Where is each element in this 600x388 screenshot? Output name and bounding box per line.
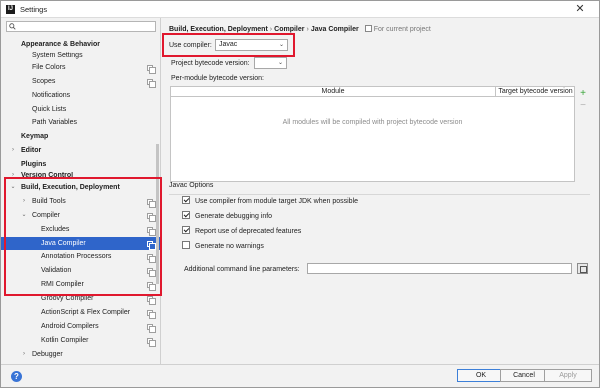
project-scope-icon <box>147 64 156 74</box>
chevron-down-icon: ⌄ <box>277 60 283 66</box>
ok-button[interactable]: OK <box>457 369 505 382</box>
sidebar-item-label: ActionScript & Flex Compiler <box>41 309 131 317</box>
chevron-right-icon[interactable]: › <box>20 348 28 362</box>
checkbox-label: Generate no warnings <box>195 243 264 250</box>
highlight-box <box>162 33 295 57</box>
module-bytecode-table[interactable]: Module Target bytecode version All modul… <box>170 86 575 182</box>
sidebar-item-label: Debugger <box>32 350 63 358</box>
apply-button[interactable]: Apply <box>544 369 592 382</box>
highlight-box <box>4 177 162 296</box>
checkbox[interactable] <box>182 211 190 219</box>
intellij-icon: IJ <box>6 5 15 14</box>
column-header-target[interactable]: Target bytecode version <box>497 87 574 97</box>
breadcrumb-item: Compiler <box>274 26 305 33</box>
close-icon[interactable]: ✕ <box>565 2 595 17</box>
help-icon[interactable]: ? <box>11 371 22 382</box>
sidebar-item-path-variables[interactable]: Path Variables <box>1 116 160 130</box>
checkbox-no-warnings[interactable]: Generate no warnings <box>182 241 264 251</box>
sidebar-item-appearance-behavior[interactable]: Appearance & Behavior <box>1 38 160 52</box>
breadcrumb-item: Java Compiler <box>310 26 359 33</box>
sidebar-item-label: Android Compilers <box>41 322 99 330</box>
sidebar-item-editor[interactable]: › Editor <box>1 144 160 158</box>
sidebar-item-kotlin-compiler[interactable]: Kotlin Compiler <box>1 334 160 348</box>
section-divider <box>169 194 590 195</box>
checkbox-label: Generate debugging info <box>195 213 273 220</box>
breadcrumb-item: Build, Execution, Deployment <box>169 26 268 33</box>
breadcrumb-separator: › <box>269 26 273 33</box>
sidebar-item-label: Scopes <box>32 77 56 85</box>
add-module-button[interactable]: + <box>578 89 588 99</box>
table-header: Module Target bytecode version <box>171 87 574 97</box>
java-compiler-panel: Build, Execution, Deployment › Compiler › Ja… <box>162 18 599 364</box>
sidebar-item-label: Quick Lists <box>32 105 67 113</box>
checkbox[interactable] <box>182 226 190 234</box>
sidebar-item-scopes[interactable]: Scopes <box>1 75 160 89</box>
chevron-right-icon[interactable]: › <box>9 144 17 158</box>
checkbox-debugging-info[interactable]: Generate debugging info <box>182 211 272 221</box>
settings-window: IJ Settings ✕ Appearance & Behavior Syste… <box>0 0 600 388</box>
search-icon <box>9 23 16 30</box>
sidebar-item-quick-lists[interactable]: Quick Lists <box>1 103 160 117</box>
sidebar-item-label: Editor <box>21 147 42 155</box>
cancel-button[interactable]: Cancel <box>500 369 548 382</box>
sidebar-item-label: Notifications <box>32 91 71 99</box>
dialog-footer: ? OK Cancel Apply <box>1 364 599 387</box>
sidebar-item-notifications[interactable]: Notifications <box>1 89 160 103</box>
scope-label: For current project <box>373 26 431 33</box>
checkbox-label: Use compiler from module target JDK when… <box>195 198 359 205</box>
title-bar: IJ Settings ✕ <box>1 1 599 18</box>
params-label: Additional command line parameters: <box>184 266 300 273</box>
sidebar-item-label: Appearance & Behavior <box>21 41 100 48</box>
search-input[interactable] <box>6 21 156 32</box>
sidebar-item-label: Path Variables <box>32 119 78 127</box>
breadcrumb-separator: › <box>306 26 309 33</box>
bytecode-version-label: Project bytecode version: <box>171 60 250 67</box>
checkbox-use-module-jdk[interactable]: Use compiler from module target JDK when… <box>182 196 358 206</box>
sidebar-item-actionscript-flex-compiler[interactable]: ActionScript & Flex Compiler <box>1 306 160 320</box>
checkbox-label: Report use of deprecated features <box>195 228 302 235</box>
sidebar-item-label: Plugins <box>21 161 47 169</box>
params-input[interactable] <box>307 263 572 274</box>
project-scope-icon <box>147 323 156 333</box>
sidebar-item-label: System Settings <box>32 51 83 59</box>
sidebar-item-label: Keymap <box>21 133 49 141</box>
expand-icon[interactable] <box>577 263 588 274</box>
checkbox[interactable] <box>182 196 190 204</box>
project-scope-icon <box>147 310 156 320</box>
sidebar-item-keymap[interactable]: Keymap <box>1 130 160 144</box>
checkbox[interactable] <box>182 241 190 249</box>
breadcrumb: Build, Execution, Deployment › Compiler › Ja… <box>169 25 431 33</box>
per-module-label: Per-module bytecode version: <box>171 75 264 82</box>
sidebar-item-plugins[interactable]: Plugins <box>1 158 160 172</box>
sidebar-item-label: File Colors <box>32 63 66 71</box>
javac-options-title: Javac Options <box>169 182 214 189</box>
window-title: Settings <box>20 5 48 14</box>
sidebar-item-file-colors[interactable]: File Colors <box>1 61 160 75</box>
project-scope-icon <box>147 337 156 347</box>
column-header-module[interactable]: Module <box>171 87 496 97</box>
project-scope-icon <box>147 78 156 88</box>
bytecode-version-select[interactable]: ⌄ <box>254 57 287 69</box>
sidebar-item-debugger[interactable]: › Debugger <box>1 348 160 362</box>
sidebar-item-label: Kotlin Compiler <box>41 336 89 344</box>
sidebar-item-android-compilers[interactable]: Android Compilers <box>1 320 160 334</box>
project-scope-icon <box>364 25 372 32</box>
remove-module-button[interactable]: − <box>578 101 588 111</box>
project-scope-icon <box>147 296 156 306</box>
table-empty-text: All modules will be compiled with projec… <box>282 119 463 126</box>
sidebar-item-system-settings[interactable]: System Settings <box>1 51 160 61</box>
checkbox-deprecated[interactable]: Report use of deprecated features <box>182 226 301 236</box>
